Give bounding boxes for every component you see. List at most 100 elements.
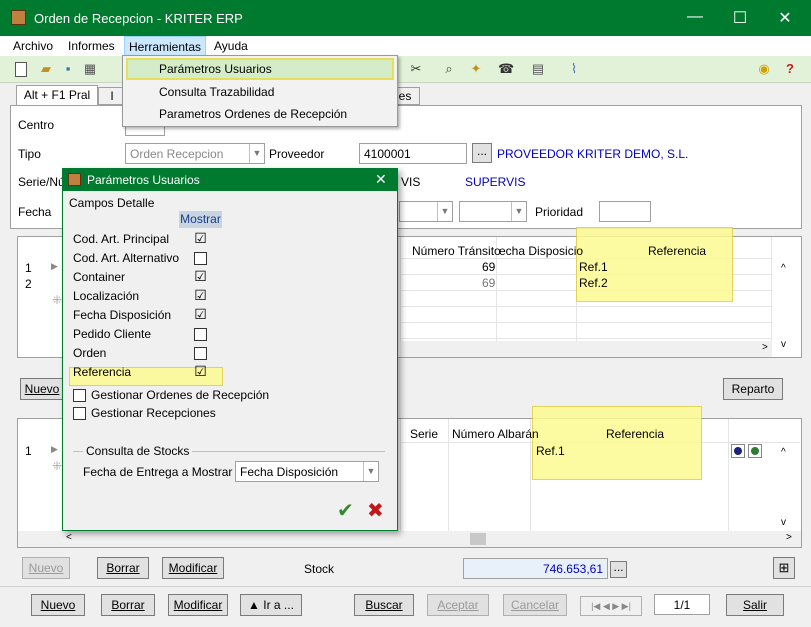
proveedor-lookup-button[interactable]: ... xyxy=(472,143,492,163)
mostrar-checkbox[interactable]: ☑ xyxy=(194,231,207,246)
pie-chart-icon[interactable] xyxy=(731,444,745,458)
search-doc-icon[interactable]: ⌕ xyxy=(441,61,457,77)
cancel-x-icon[interactable]: ✖ xyxy=(367,498,384,523)
dropdown-item-consulta-trazabilidad[interactable]: Consulta Trazabilidad xyxy=(159,84,274,100)
centro-label: Centro xyxy=(18,118,55,132)
horizontal-scrollbar[interactable]: > xyxy=(400,341,772,357)
mostrar-checkbox[interactable] xyxy=(194,328,207,341)
nuevo-button[interactable]: Nuevo xyxy=(31,594,85,616)
serie-value[interactable]: VIS xyxy=(401,175,420,189)
row-1-ref[interactable]: Ref.1 xyxy=(579,260,608,274)
tipo-value: Orden Recepcion xyxy=(130,147,224,161)
ok-check-icon[interactable]: ✔ xyxy=(337,498,354,523)
scissors-icon[interactable]: ✂ xyxy=(408,61,424,77)
menu-informes[interactable]: Informes xyxy=(68,39,115,53)
proveedor-code-field[interactable]: 4100001 xyxy=(359,143,467,164)
ir-a-button[interactable]: ▲ Ir a ... xyxy=(240,594,302,616)
gestionar-ordenes-checkbox[interactable] xyxy=(73,389,86,402)
field-label: Cod. Art. Principal xyxy=(73,232,170,246)
mostrar-checkbox[interactable]: ☑ xyxy=(194,307,207,322)
dropdown-item-parametros-ordenes[interactable]: Parametros Ordenes de Recepción xyxy=(159,106,347,122)
menu-archivo[interactable]: Archivo xyxy=(13,39,53,53)
scroll-up-icon[interactable]: ^ xyxy=(781,447,786,458)
proveedor-label: Proveedor xyxy=(269,147,325,161)
tipo-select[interactable]: Orden Recepcion ▼ xyxy=(125,143,265,164)
calculator-icon[interactable]: ▤ xyxy=(530,61,546,77)
fecha-select-1[interactable]: ▼ xyxy=(399,201,453,222)
row-1-transito[interactable]: 69 xyxy=(482,260,495,274)
globe-icon[interactable] xyxy=(748,444,762,458)
phone-icon[interactable]: ☎ xyxy=(498,61,514,77)
salir-button[interactable]: Salir xyxy=(726,594,784,616)
dialog-close-icon[interactable]: ✕ xyxy=(375,171,387,188)
field-label: Container xyxy=(73,270,126,284)
new-row-icon: ⁜ xyxy=(52,459,63,473)
nuevo-mid-button[interactable]: Nuevo xyxy=(22,557,70,579)
mostrar-checkbox[interactable]: ☑ xyxy=(194,364,207,379)
borrar-button[interactable]: Borrar xyxy=(101,594,155,616)
mostrar-checkbox[interactable] xyxy=(194,252,207,265)
window-title: Orden de Recepcion - KRITER ERP xyxy=(34,11,243,26)
scroll-right-icon[interactable]: > xyxy=(762,342,768,353)
col-transito-header[interactable]: Número Tránsito xyxy=(412,244,501,258)
gestionar-recepciones-checkbox[interactable] xyxy=(73,407,86,420)
col-albaran-header[interactable]: Número Albarán xyxy=(452,427,539,441)
proveedor-name: PROVEEDOR KRITER DEMO, S.L. xyxy=(497,147,689,161)
maximize-button[interactable]: ☐ xyxy=(725,8,755,28)
scroll-up-icon[interactable]: ^ xyxy=(781,263,786,274)
fecha-select-2[interactable]: ▼ xyxy=(459,201,527,222)
stock-more-button[interactable]: ... xyxy=(610,561,627,578)
vertical-scrollbar[interactable]: ^ v xyxy=(772,259,800,357)
col-ref-header[interactable]: Referencia xyxy=(648,244,706,258)
row-2-ref[interactable]: Ref.2 xyxy=(579,276,608,290)
scroll-thumb[interactable] xyxy=(470,533,486,545)
lightbulb-icon[interactable]: ◉ xyxy=(756,61,772,77)
nuevo-top-button[interactable]: Nuevo xyxy=(20,378,64,400)
paperclip-icon[interactable]: ⌇ xyxy=(566,61,582,77)
mostrar-checkbox[interactable]: ☑ xyxy=(194,269,207,284)
save-icon[interactable]: ▪ xyxy=(60,61,76,77)
col-ref2-header[interactable]: Referencia xyxy=(606,427,664,441)
col-serie-header[interactable]: Serie xyxy=(410,427,438,441)
row-2-transito[interactable]: 69 xyxy=(482,276,495,290)
grid-divider xyxy=(400,237,401,357)
row-1-ref2[interactable]: Ref.1 xyxy=(536,444,565,458)
close-button[interactable]: ✕ xyxy=(770,8,800,28)
horizontal-scrollbar[interactable]: < > xyxy=(18,531,801,547)
modificar-mid-button[interactable]: Modificar xyxy=(162,557,224,579)
prioridad-field[interactable] xyxy=(599,201,651,222)
wand-icon[interactable]: ✦ xyxy=(468,61,484,77)
mostrar-checkbox[interactable]: ☑ xyxy=(194,288,207,303)
stock-value: 746.653,61 xyxy=(463,558,608,579)
scroll-down-icon[interactable]: v xyxy=(781,517,786,528)
parametros-usuarios-dialog: Parámetros Usuarios ✕ Campos Detalle Mos… xyxy=(62,168,398,531)
reparto-button[interactable]: Reparto xyxy=(723,378,783,400)
minimize-button[interactable]: — xyxy=(680,8,710,26)
scroll-left-icon[interactable]: < xyxy=(66,532,72,543)
mostrar-checkbox[interactable] xyxy=(194,347,207,360)
record-navigator[interactable]: |◀ ◀ ▶ ▶| xyxy=(580,596,642,616)
borrar-mid-button[interactable]: Borrar xyxy=(97,557,149,579)
menu-herramientas[interactable]: Herramientas xyxy=(124,36,207,56)
open-folder-icon[interactable]: ▰ xyxy=(38,61,54,77)
field-label: Cod. Art. Alternativo xyxy=(73,251,180,265)
tab-principal[interactable]: Alt + F1 Pral xyxy=(16,85,98,106)
scroll-down-icon[interactable]: v xyxy=(781,339,786,350)
aceptar-button[interactable]: Aceptar xyxy=(427,594,489,616)
dropdown-item-parametros-usuarios[interactable]: Parámetros Usuarios xyxy=(126,58,394,80)
report-icon[interactable]: ▦ xyxy=(82,61,98,77)
buscar-button[interactable]: Buscar xyxy=(354,594,414,616)
col-fecha-header[interactable]: echa Disposicio xyxy=(499,244,583,258)
fecha-entrega-select[interactable]: Fecha Disposición ▼ xyxy=(235,461,379,482)
cancelar-button[interactable]: Cancelar xyxy=(503,594,567,616)
page-indicator: 1/1 xyxy=(654,594,710,615)
modificar-button[interactable]: Modificar xyxy=(168,594,228,616)
stocks-group-label: Consulta de Stocks xyxy=(83,444,193,458)
grid-divider xyxy=(728,419,729,531)
scroll-right-icon[interactable]: > xyxy=(786,532,792,543)
fecha-label: Fecha xyxy=(18,205,52,219)
new-doc-icon[interactable] xyxy=(15,62,27,77)
help-icon[interactable]: ? xyxy=(782,61,798,77)
layout-icon[interactable]: ⊞ xyxy=(773,557,795,579)
menu-ayuda[interactable]: Ayuda xyxy=(214,39,248,53)
